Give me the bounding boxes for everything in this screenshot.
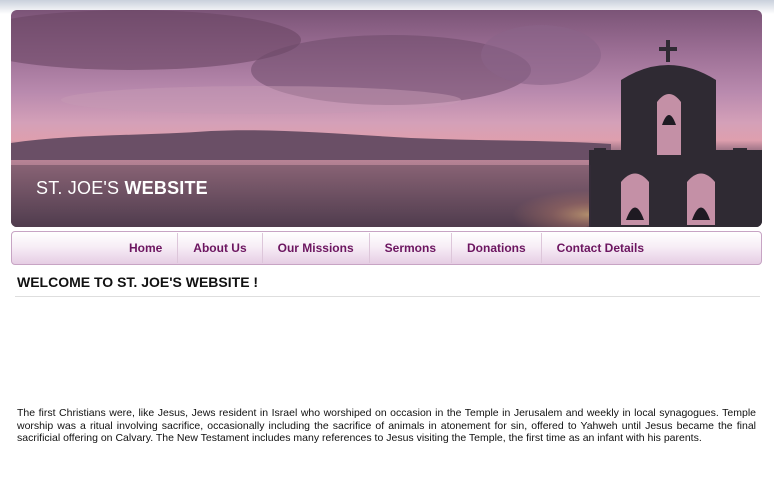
nav-about-us[interactable]: About Us [178, 233, 263, 263]
nav-our-missions[interactable]: Our Missions [263, 233, 370, 263]
intro-paragraph: The first Christians were, like Jesus, J… [17, 407, 756, 444]
title-divider [15, 296, 760, 297]
nav-sermons[interactable]: Sermons [370, 233, 452, 263]
nav-donations[interactable]: Donations [452, 233, 542, 263]
header-banner: ST. JOE'S WEBSITE [11, 10, 762, 227]
nav-home[interactable]: Home [114, 233, 179, 263]
site-title-regular: ST. JOE'S [36, 178, 125, 198]
nav-contact-details[interactable]: Contact Details [542, 233, 659, 263]
page-title: WELCOME TO ST. JOE'S WEBSITE ! [17, 274, 259, 290]
site-title-bold: WEBSITE [124, 178, 208, 198]
main-navigation: Home About Us Our Missions Sermons Donat… [11, 231, 762, 265]
site-title: ST. JOE'S WEBSITE [36, 178, 208, 199]
